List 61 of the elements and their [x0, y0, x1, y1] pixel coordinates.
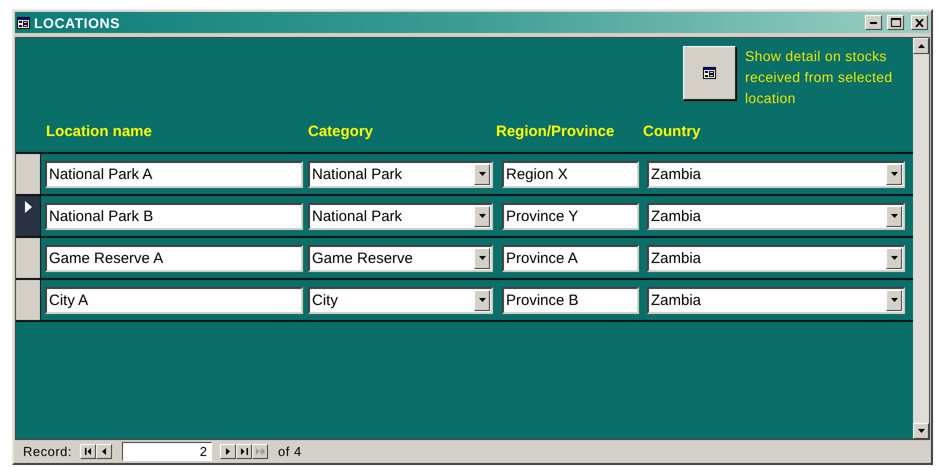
- record-selector[interactable]: [16, 280, 41, 320]
- first-record-icon: [84, 448, 92, 454]
- minimize-icon: [870, 22, 877, 24]
- scrollbar[interactable]: [913, 38, 929, 439]
- region-field[interactable]: Province B: [502, 286, 639, 314]
- new-record-icon: [256, 448, 265, 454]
- category-dropdown[interactable]: City: [308, 286, 493, 314]
- down-arrow-icon: [890, 172, 898, 176]
- last-record-icon: [240, 448, 248, 454]
- region-field[interactable]: Province Y: [502, 202, 639, 230]
- record-count: of 4: [278, 444, 302, 458]
- record-number-field[interactable]: 2: [122, 442, 212, 460]
- next-record-icon: [226, 448, 230, 454]
- record-label: Record:: [23, 444, 72, 458]
- down-arrow-icon: [918, 429, 924, 433]
- scroll-up-button[interactable]: [913, 38, 929, 54]
- first-record-button[interactable]: [80, 444, 96, 458]
- window-title: LOCATIONS: [34, 14, 121, 30]
- region-field[interactable]: Province A: [502, 244, 639, 272]
- record-selector[interactable]: [16, 196, 41, 236]
- name-field[interactable]: National Park A: [45, 160, 303, 188]
- column-header: Category: [308, 123, 374, 140]
- column-header: Country: [643, 123, 702, 140]
- down-arrow-icon: [890, 214, 898, 218]
- record-selector[interactable]: [16, 154, 41, 194]
- current-record-icon: [24, 201, 32, 213]
- down-arrow-icon: [478, 172, 486, 176]
- country-dropdown[interactable]: Zambia: [647, 160, 905, 188]
- down-arrow-icon: [890, 256, 898, 260]
- column-header: Location name: [46, 123, 153, 140]
- record-selector[interactable]: [16, 238, 41, 278]
- minimize-button[interactable]: [865, 15, 882, 30]
- category-dropdown[interactable]: National Park: [308, 202, 493, 230]
- down-arrow-icon: [478, 214, 486, 218]
- detail-button[interactable]: [683, 46, 736, 100]
- name-field[interactable]: City A: [45, 286, 303, 314]
- close-button[interactable]: [911, 15, 928, 30]
- category-dropdown[interactable]: Game Reserve: [308, 244, 493, 272]
- category-dropdown[interactable]: National Park: [308, 160, 493, 188]
- close-icon: [915, 18, 924, 26]
- country-dropdown[interactable]: Zambia: [647, 286, 905, 314]
- last-record-button[interactable]: [236, 444, 252, 458]
- region-field[interactable]: Region X: [502, 160, 639, 188]
- previous-record-icon: [102, 448, 106, 454]
- down-arrow-icon: [890, 298, 898, 302]
- up-arrow-icon: [918, 44, 924, 48]
- scroll-down-button[interactable]: [913, 423, 929, 439]
- country-dropdown[interactable]: Zambia: [647, 244, 905, 272]
- name-field[interactable]: Game Reserve A: [45, 244, 303, 272]
- name-field[interactable]: National Park B: [45, 202, 303, 230]
- previous-record-button[interactable]: [96, 444, 112, 458]
- form-icon: [17, 16, 30, 28]
- next-record-button[interactable]: [220, 444, 236, 458]
- country-dropdown[interactable]: Zambia: [647, 202, 905, 230]
- maximize-icon: [890, 18, 900, 27]
- maximize-button[interactable]: [887, 15, 904, 30]
- down-arrow-icon: [478, 298, 486, 302]
- form-icon: [703, 67, 716, 79]
- detail-caption: Show detail on stocks received from selected location: [745, 47, 894, 108]
- column-header: Region/Province: [496, 123, 616, 140]
- down-arrow-icon: [478, 256, 486, 260]
